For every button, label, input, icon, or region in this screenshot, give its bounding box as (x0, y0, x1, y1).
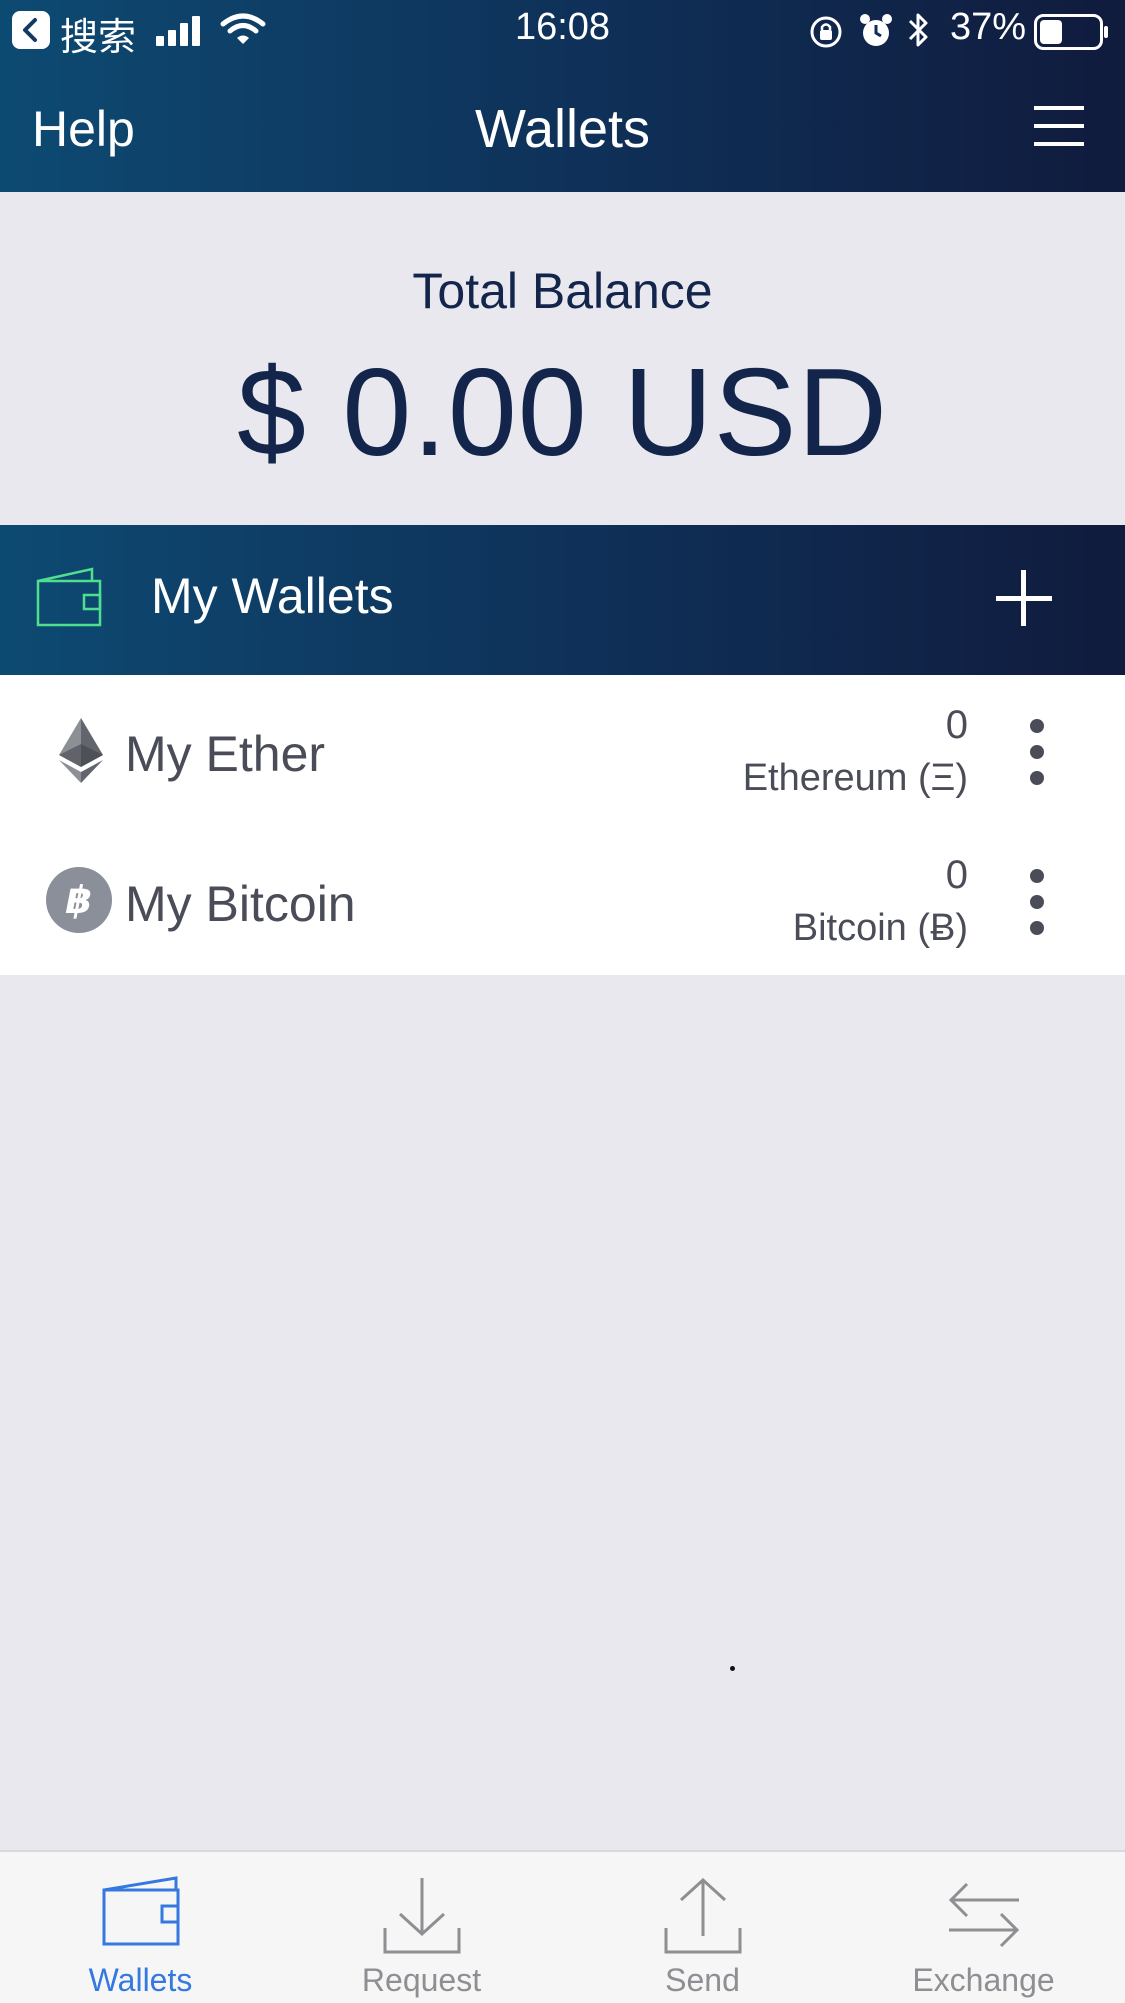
wallet-row-bitcoin[interactable]: ฿ My Bitcoin 0 Bitcoin (Ƀ) (0, 825, 1125, 975)
wallet-row-ether[interactable]: My Ether 0 Ethereum (Ξ) (0, 675, 1125, 825)
svg-text:฿: ฿ (66, 878, 92, 922)
tab-request[interactable]: Request (281, 1852, 562, 2003)
bitcoin-icon: ฿ (46, 867, 112, 933)
total-balance-amount: $ 0.00 USD (236, 344, 888, 482)
hamburger-menu-icon[interactable] (1034, 104, 1086, 150)
wallet-amount: 0 (945, 703, 968, 747)
wallet-amount: 0 (945, 853, 968, 897)
exchange-icon (948, 1882, 1020, 1948)
wallet-list: My Ether 0 Ethereum (Ξ) ฿ My Bitcoin 0 B… (0, 675, 1125, 975)
bluetooth-icon (906, 10, 932, 55)
status-bar: 搜索 16:08 37% (0, 0, 1125, 62)
tab-label: Wallets (88, 1962, 193, 1998)
nav-bar: Help Wallets (0, 62, 1125, 192)
wallet-currency: Bitcoin (Ƀ) (792, 907, 968, 949)
wallet-name: My Bitcoin (125, 876, 356, 932)
tab-label: Send (665, 1962, 740, 1998)
battery-icon (1034, 14, 1110, 55)
wallet-name: My Ether (125, 726, 326, 782)
ethereum-icon (46, 717, 112, 783)
wallet-icon (102, 1876, 180, 1946)
tab-label: Request (361, 1962, 482, 1998)
tab-exchange[interactable]: Exchange (843, 1852, 1124, 2003)
alarm-icon (858, 12, 894, 55)
tab-wallets[interactable]: Wallets (0, 1852, 281, 2003)
page-title: Wallets (474, 99, 651, 159)
tab-send[interactable]: Send (562, 1852, 843, 2003)
more-options-icon[interactable] (1020, 717, 1056, 787)
wallet-icon (34, 565, 104, 634)
battery-percent: 37% (950, 6, 1027, 48)
tab-bar: Wallets Request Send Exchange (0, 1850, 1125, 2003)
my-wallets-label: My Wallets (151, 568, 394, 624)
wallet-currency: Ethereum (Ξ) (742, 757, 968, 799)
rotation-lock-icon (808, 14, 844, 55)
header: 搜索 16:08 37% Help Wallets (0, 0, 1125, 192)
upload-icon (664, 1877, 742, 1954)
my-wallets-header: My Wallets (0, 525, 1125, 675)
total-balance-section: Total Balance $ 0.00 USD (0, 192, 1125, 525)
download-icon (383, 1878, 461, 1954)
stray-dot (730, 1666, 735, 1671)
add-wallet-button[interactable] (996, 570, 1052, 626)
tab-label: Exchange (912, 1962, 1055, 1998)
total-balance-label: Total Balance (412, 263, 713, 319)
more-options-icon[interactable] (1020, 867, 1056, 937)
